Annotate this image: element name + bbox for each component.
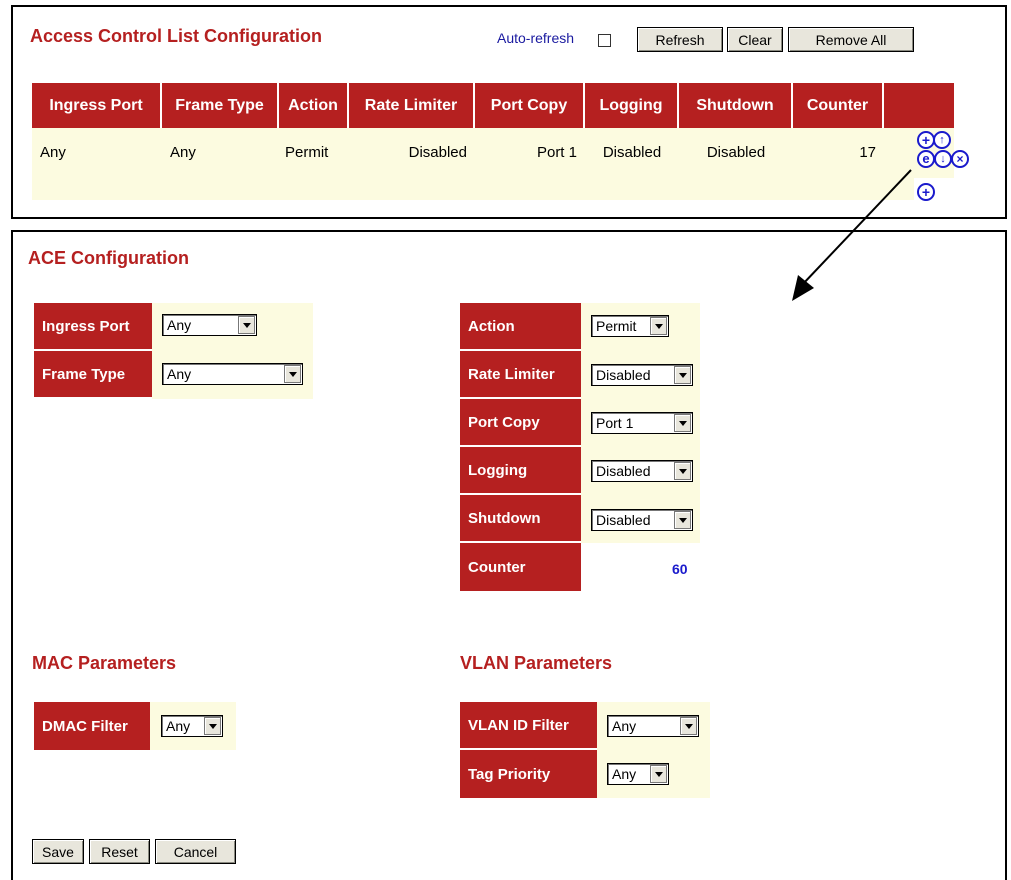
rate-limiter-select[interactable]: Disabled [591,364,693,386]
save-button[interactable]: Save [32,839,84,864]
move-up-icon[interactable]: ↑ [933,131,951,149]
chevron-down-icon [674,366,691,384]
action-value: Permit [596,318,637,334]
tag-priority-value: Any [612,766,637,782]
rate-limiter-label: Rate Limiter [460,351,581,399]
cell-frame-type: Any [170,144,196,161]
ace-title: ACE Configuration [28,248,189,268]
counter-value: 60 [672,561,688,577]
cell-rate-limiter: Disabled [408,144,467,161]
arrow-head [792,275,814,301]
dmac-filter-select[interactable]: Any [161,715,223,737]
chevron-down-icon [650,765,667,783]
edit-arrow [792,169,912,301]
col-rate-limiter: Rate Limiter [349,83,475,128]
cell-logging: Disabled [602,144,662,161]
clear-button[interactable]: Clear [727,27,783,52]
col-action: Action [279,83,349,128]
action-select[interactable]: Permit [591,315,669,337]
ingress-port-value: Any [167,317,192,333]
tag-priority-select[interactable]: Any [607,763,669,785]
chevron-down-icon [284,365,301,383]
cancel-button[interactable]: Cancel [155,839,236,864]
frame-type-select[interactable]: Any [162,363,303,385]
move-down-icon[interactable]: ↓ [934,150,952,168]
frame-type-label: Frame Type [34,351,152,399]
chevron-down-icon [238,316,255,334]
auto-refresh-checkbox[interactable] [598,34,611,47]
chevron-down-icon [680,717,697,735]
ingress-port-label: Ingress Port [34,303,152,351]
col-port-copy: Port Copy [475,83,585,128]
ingress-port-select[interactable]: Any [162,314,257,336]
frame-type-value: Any [167,366,192,382]
shutdown-value: Disabled [596,512,651,528]
cell-ingress-port: Any [40,144,66,161]
port-copy-select[interactable]: Port 1 [591,412,693,434]
col-ingress-port: Ingress Port [32,83,162,128]
cell-shutdown: Disabled [706,144,766,161]
col-shutdown: Shutdown [679,83,793,128]
shutdown-label: Shutdown [460,495,581,543]
vlan-id-filter-select[interactable]: Any [607,715,699,737]
col-actions [884,83,954,128]
acl-title: Access Control List Configuration [30,26,323,46]
col-frame-type: Frame Type [162,83,279,128]
logging-value: Disabled [596,463,651,479]
logging-select[interactable]: Disabled [591,460,693,482]
remove-all-button[interactable]: Remove All [788,27,914,52]
cell-action: Permit [285,144,329,161]
port-copy-value: Port 1 [596,415,634,431]
chevron-down-icon [674,414,691,432]
reset-button[interactable]: Reset [89,839,150,864]
chevron-down-icon [204,717,221,735]
auto-refresh-label: Auto-refresh [497,30,575,46]
mac-parameters-title: MAC Parameters [32,653,177,673]
vlan-id-filter-value: Any [612,718,637,734]
chevron-down-icon [650,317,667,335]
vlan-parameters-title: VLAN Parameters [460,653,613,673]
arrow-line [801,169,912,286]
tag-priority-label: Tag Priority [460,750,597,798]
rate-limiter-value: Disabled [596,367,651,383]
col-counter: Counter [793,83,884,128]
chevron-down-icon [674,511,691,529]
dmac-filter-label: DMAC Filter [34,702,150,750]
refresh-button[interactable]: Refresh [637,27,723,52]
vlan-id-filter-label: VLAN ID Filter [460,702,597,750]
action-label: Action [460,303,581,351]
chevron-down-icon [674,462,691,480]
logging-label: Logging [460,447,581,495]
col-logging: Logging [585,83,679,128]
shutdown-select[interactable]: Disabled [591,509,693,531]
cell-port-copy: Port 1 [536,144,577,161]
acl-table-header: Ingress Port Frame Type Action Rate Limi… [32,83,954,128]
delete-icon[interactable]: × [951,150,969,168]
counter-label: Counter [460,543,581,591]
dmac-filter-value: Any [166,718,191,734]
port-copy-label: Port Copy [460,399,581,447]
